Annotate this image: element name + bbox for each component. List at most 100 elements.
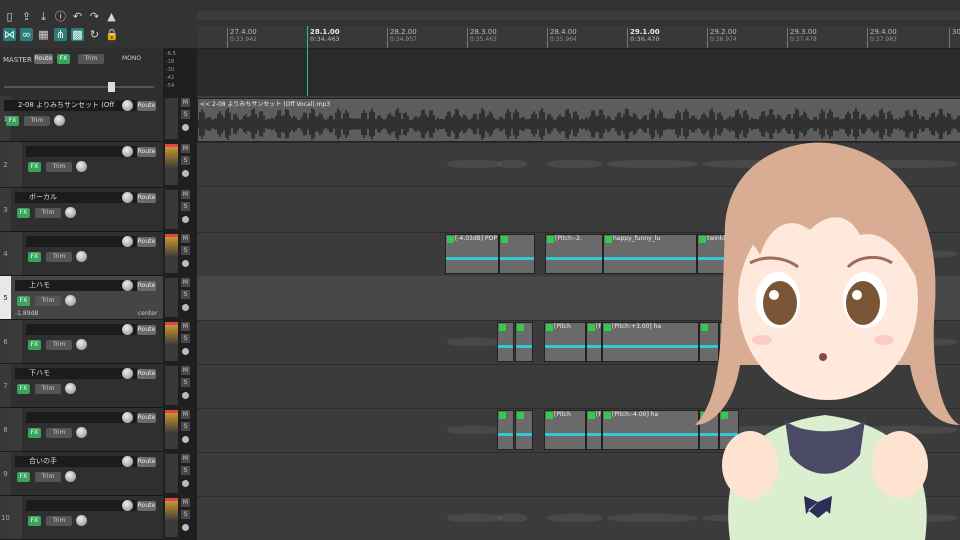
route-button[interactable]: Route: [137, 101, 156, 111]
volume-knob[interactable]: [122, 100, 133, 111]
pitch-item[interactable]: [515, 410, 533, 450]
snap-icon[interactable]: ⋔: [54, 28, 67, 41]
volume-knob[interactable]: [122, 412, 133, 423]
track-name-field[interactable]: 2-08 よりみちサンセット (Off: [4, 100, 138, 111]
mute-button[interactable]: M: [181, 322, 190, 331]
pan-knob[interactable]: [76, 161, 87, 172]
phase-icon[interactable]: [182, 480, 189, 487]
pan-knob[interactable]: [54, 115, 65, 126]
phase-icon[interactable]: [182, 392, 189, 399]
route-button[interactable]: Route: [137, 325, 156, 335]
volume-knob[interactable]: [122, 456, 133, 467]
ruler-mark[interactable]: 27.4.00 0:33.942: [227, 28, 257, 48]
track-number[interactable]: 2: [0, 142, 11, 187]
track-panel[interactable]: 3 ボーカル Route FX Trim: [0, 188, 163, 232]
trim-button[interactable]: Trim: [46, 252, 72, 262]
mute-button[interactable]: M: [181, 278, 190, 287]
solo-button[interactable]: S: [181, 510, 190, 519]
ruler-mark[interactable]: 30: [949, 28, 960, 48]
solo-button[interactable]: S: [181, 466, 190, 475]
mute-button[interactable]: M: [181, 234, 190, 243]
pan-knob[interactable]: [65, 207, 76, 218]
master-trim-button[interactable]: Trim: [78, 54, 104, 64]
trim-button[interactable]: Trim: [24, 116, 50, 126]
ruler-mark[interactable]: 28.4.00 0:35.964: [547, 28, 577, 48]
solo-button[interactable]: S: [181, 378, 190, 387]
loop-icon[interactable]: ∞: [20, 28, 33, 41]
fx-button[interactable]: FX: [28, 162, 41, 172]
mute-button[interactable]: M: [181, 498, 190, 507]
pitch-item[interactable]: [499, 234, 535, 274]
ruler-mark[interactable]: 29.2.00 0:36.974: [707, 28, 737, 48]
solo-button[interactable]: S: [181, 334, 190, 343]
phase-icon[interactable]: [182, 348, 189, 355]
pan-knob[interactable]: [65, 383, 76, 394]
volume-knob[interactable]: [122, 146, 133, 157]
track-name-field[interactable]: 下ハモ: [15, 368, 138, 379]
track-panel[interactable]: 8 Route FX Trim: [0, 408, 163, 452]
route-button[interactable]: Route: [137, 457, 156, 467]
redo-icon[interactable]: ↷: [88, 10, 101, 23]
track-panel[interactable]: 9 合いの手 Route FX Trim: [0, 452, 163, 496]
track-panel[interactable]: 4 Route FX Trim: [0, 232, 163, 276]
trim-button[interactable]: Trim: [46, 162, 72, 172]
pitch-item[interactable]: [-4.03dB] POP: [445, 234, 499, 274]
ruler-mark[interactable]: 29.3.00 0:37.478: [787, 28, 817, 48]
track-number[interactable]: 8: [0, 408, 11, 451]
phase-icon[interactable]: [182, 524, 189, 531]
fx-button[interactable]: FX: [28, 252, 41, 262]
pitch-item[interactable]: [Pitch:+3.00] ha: [602, 322, 699, 362]
track-number[interactable]: 3: [0, 188, 11, 231]
grid-icon[interactable]: ▦: [37, 28, 50, 41]
track-number[interactable]: 6: [0, 320, 11, 363]
trim-button[interactable]: Trim: [46, 340, 72, 350]
volume-knob[interactable]: [122, 500, 133, 511]
track-panel[interactable]: 6 Route FX Trim: [0, 320, 163, 364]
solo-button[interactable]: S: [181, 246, 190, 255]
repeat-icon[interactable]: ↻: [88, 28, 101, 41]
item-grid-icon[interactable]: ▩: [71, 28, 84, 41]
pitch-item[interactable]: [Pi: [586, 322, 602, 362]
pitch-item[interactable]: [497, 322, 514, 362]
fx-button[interactable]: FX: [28, 428, 41, 438]
fx-button[interactable]: FX: [17, 296, 30, 306]
pan-knob[interactable]: [65, 295, 76, 306]
mute-button[interactable]: M: [181, 410, 190, 419]
route-button[interactable]: Route: [137, 193, 156, 203]
trim-button[interactable]: Trim: [35, 472, 61, 482]
master-mono-button[interactable]: MONO: [122, 55, 141, 62]
fx-button[interactable]: FX: [6, 116, 19, 126]
pan-knob[interactable]: [76, 427, 87, 438]
fx-button[interactable]: FX: [17, 472, 30, 482]
track-panel[interactable]: 5 上ハモ Route FX Trim -1.89dB center: [0, 276, 163, 320]
master-fx-button[interactable]: FX: [57, 54, 70, 64]
route-button[interactable]: Route: [137, 237, 156, 247]
mute-button[interactable]: M: [181, 98, 190, 107]
track-name-field[interactable]: 合いの手: [15, 456, 138, 467]
track-number[interactable]: 5: [0, 276, 11, 319]
master-volume-handle[interactable]: [108, 82, 115, 92]
ruler-mark[interactable]: 28.1.00 0:34.463: [307, 28, 340, 48]
phase-icon[interactable]: [182, 124, 189, 131]
track-panel[interactable]: 7 下ハモ Route FX Trim: [0, 364, 163, 408]
pan-knob[interactable]: [65, 471, 76, 482]
trim-button[interactable]: Trim: [46, 516, 72, 526]
master-route-button[interactable]: Route: [34, 54, 53, 64]
pan-knob[interactable]: [76, 515, 87, 526]
track-panel[interactable]: 2 Route FX Trim: [0, 142, 163, 188]
solo-button[interactable]: S: [181, 110, 190, 119]
trim-button[interactable]: Trim: [35, 208, 61, 218]
ruler-mark[interactable]: 28.3.00 0:35.463: [467, 28, 497, 48]
track-number[interactable]: 9: [0, 452, 11, 495]
solo-button[interactable]: S: [181, 156, 190, 165]
track-number[interactable]: 7: [0, 364, 11, 407]
horizontal-scrollbar[interactable]: [197, 11, 960, 20]
volume-knob[interactable]: [122, 368, 133, 379]
fx-button[interactable]: FX: [28, 516, 41, 526]
lock-icon[interactable]: 🔒: [105, 28, 119, 41]
route-button[interactable]: Route: [137, 369, 156, 379]
ripple-icon[interactable]: ⋈: [3, 28, 16, 41]
pan-knob[interactable]: [76, 251, 87, 262]
pan-knob[interactable]: [76, 339, 87, 350]
track-name-field[interactable]: 上ハモ: [15, 280, 138, 291]
